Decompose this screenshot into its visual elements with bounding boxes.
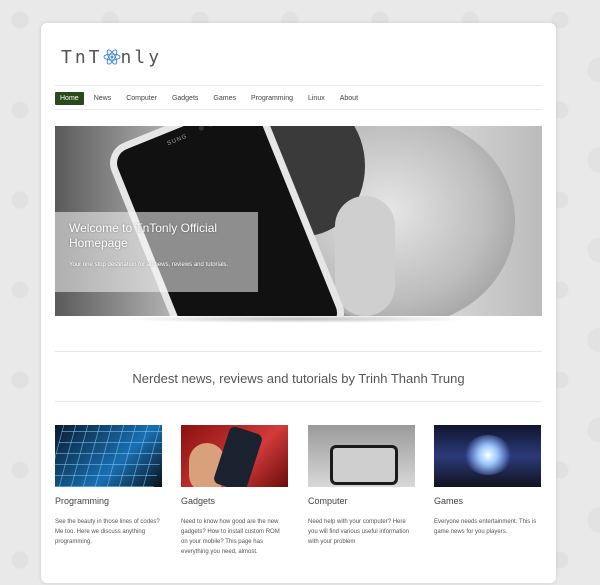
feature-title[interactable]: Games (434, 496, 463, 506)
feature-image-keyboard[interactable] (55, 425, 162, 487)
feature-text: Everyone needs entertainment. This is ga… (434, 519, 537, 535)
page-card: TnT nly Home News Computer Gadgets Games … (41, 23, 556, 583)
hero-shadow (121, 315, 476, 323)
atom-icon (103, 48, 121, 66)
nav-item-about[interactable]: About (335, 92, 363, 105)
logo-text-right: nly (120, 47, 163, 68)
nav-divider (55, 109, 542, 110)
phone-camera-icon (198, 126, 205, 132)
logo-text-left: TnT (61, 47, 103, 68)
hero-subtitle: Your one stop destination for all news, … (69, 262, 229, 268)
nav-item-linux[interactable]: Linux (303, 92, 330, 105)
section-divider-2 (55, 401, 542, 402)
feature-text: Need to know how good are the new gadget… (181, 519, 280, 555)
feature-grid: Programming See the beauty in those line… (55, 425, 542, 585)
feature-text: See the beauty in those lines of codes? … (55, 519, 160, 545)
feature-gadgets[interactable]: Gadgets Need to know how good are the ne… (181, 425, 288, 555)
feature-image-phone[interactable] (181, 425, 288, 487)
feature-computer[interactable]: Computer Need help with your computer? H… (308, 425, 415, 545)
hero-image-hand (335, 196, 395, 316)
main-nav: Home News Computer Gadgets Games Program… (55, 90, 368, 106)
phone-brand: SUNG (166, 133, 189, 148)
feature-title[interactable]: Gadgets (181, 496, 215, 506)
site-logo[interactable]: TnT nly (61, 47, 162, 69)
feature-image-touchpad[interactable] (308, 425, 415, 487)
feature-games[interactable]: Games Everyone needs entertainment. This… (434, 425, 541, 535)
hero-title: Welcome to TnTonly Official Homepage (69, 221, 218, 250)
section-divider (55, 351, 542, 352)
feature-programming[interactable]: Programming See the beauty in those line… (55, 425, 162, 545)
nav-item-programming[interactable]: Programming (246, 92, 298, 105)
hero-caption: Welcome to TnTonly Official Homepage You… (55, 212, 258, 292)
feature-title[interactable]: Programming (55, 496, 109, 506)
header-divider (55, 85, 542, 86)
nav-item-news[interactable]: News (89, 92, 117, 105)
feature-image-game-scene[interactable] (434, 425, 541, 487)
nav-item-home[interactable]: Home (55, 91, 84, 105)
feature-title[interactable]: Computer (308, 496, 348, 506)
feature-text: Need help with your computer? Here you w… (308, 519, 410, 545)
tagline: Nerdest news, reviews and tutorials by T… (132, 371, 465, 386)
nav-item-gadgets[interactable]: Gadgets (167, 92, 203, 105)
nav-item-games[interactable]: Games (208, 92, 241, 105)
hero-slider[interactable]: SUNG Welcome to TnTonly Official Homepag… (55, 126, 542, 316)
phone-sensor-icon (207, 126, 214, 128)
nav-item-computer[interactable]: Computer (121, 92, 162, 105)
